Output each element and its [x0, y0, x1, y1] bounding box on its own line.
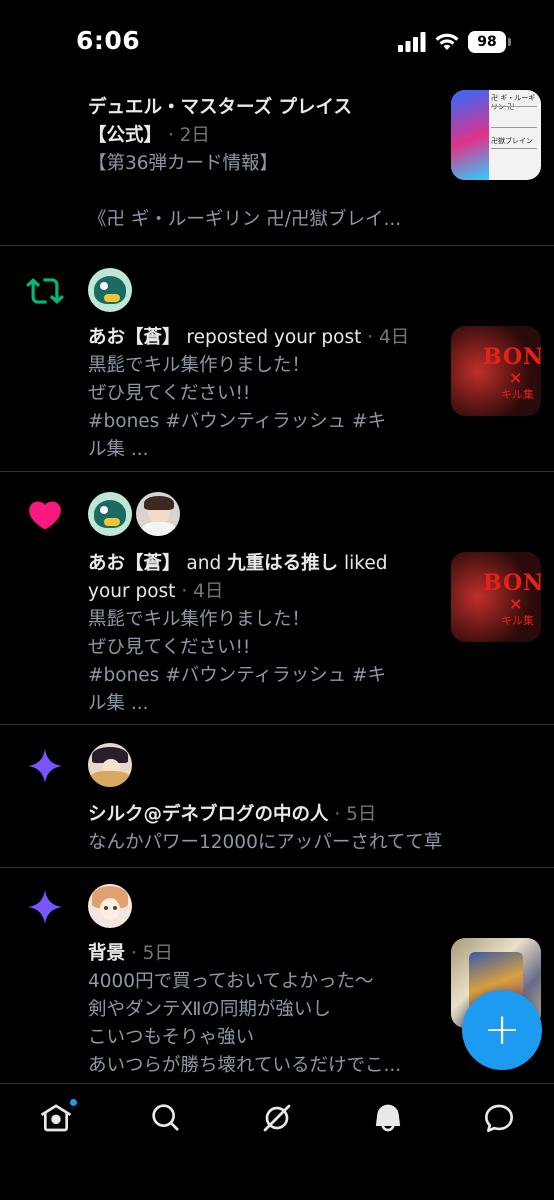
- signal-icon: [398, 32, 426, 52]
- card-sub-title: 卍獄ブレイン: [491, 137, 533, 145]
- action-text: liked: [338, 553, 388, 574]
- post-thumbnail[interactable]: BONES × キル集: [451, 326, 541, 416]
- battery-level: 98: [477, 34, 497, 50]
- avatar[interactable]: [88, 884, 132, 928]
- post-preview-line: #bones #バウンティラッシュ #キ: [88, 665, 386, 686]
- post-author-line2[interactable]: 【公式】: [88, 125, 162, 146]
- status-icons: 98: [398, 30, 511, 54]
- avatar[interactable]: [88, 743, 132, 787]
- thumb-x: ×: [509, 368, 523, 387]
- author-name[interactable]: シルク@デネブログの中の人: [88, 804, 329, 825]
- notification-time: · 4日: [361, 327, 410, 348]
- thumb-x: ×: [509, 594, 523, 613]
- notification-body: 背景 · 5日 4000円で買っておいてよかった〜 剣やダンテⅫの同期が強いし …: [88, 940, 428, 1080]
- post-preview-line: 剣やダンテⅫの同期が強いし: [88, 999, 331, 1020]
- notification-time: · 4日: [175, 581, 224, 602]
- post-preview-line: 《卍 ギ・ルーギリン 卍/卍獄ブレイ...: [88, 209, 402, 230]
- author-name[interactable]: 背景: [88, 943, 125, 964]
- notification-time: · 5日: [125, 943, 173, 964]
- card-text-block: [491, 148, 537, 168]
- post-preview-line: ぜひ見てください!!: [88, 383, 251, 404]
- compose-button[interactable]: +: [462, 990, 542, 1070]
- avatar[interactable]: [136, 492, 180, 536]
- grok-icon: [263, 1104, 291, 1132]
- card-art: [451, 90, 489, 180]
- tab-grok[interactable]: [257, 1098, 297, 1138]
- notification-item-like[interactable]: あお【蒼】 and 九重はる推し liked your post · 4日 黒髭…: [0, 472, 554, 725]
- notification-body: デュエル・マスターズ プレイス 【公式】 · 2日 【第36弾カード情報】 《卍…: [88, 94, 428, 234]
- notification-item-post[interactable]: デュエル・マスターズ プレイス 【公式】 · 2日 【第36弾カード情報】 《卍…: [0, 82, 554, 246]
- post-preview-line: #bones #バウンティラッシュ #キ: [88, 411, 386, 432]
- sparkle-icon: [27, 748, 63, 784]
- avatar[interactable]: [88, 492, 132, 536]
- card-text-block: [491, 106, 537, 128]
- post-preview-line: ル集 ...: [88, 693, 149, 714]
- notification-body: あお【蒼】 reposted your post · 4日 黒髭でキル集作りまし…: [88, 324, 428, 464]
- notification-body: あお【蒼】 and 九重はる推し liked your post · 4日 黒髭…: [88, 550, 428, 718]
- compose-plus-icon: +: [483, 1004, 521, 1055]
- heart-icon: [29, 501, 61, 530]
- action-text: reposted your post: [180, 327, 362, 348]
- tab-messages[interactable]: [479, 1098, 519, 1138]
- post-preview-line: 黒髭でキル集作りました！: [88, 609, 311, 630]
- tab-home[interactable]: [36, 1098, 78, 1138]
- thumb-sub: キル集: [501, 388, 534, 401]
- actor-avatars: [88, 268, 132, 312]
- post-preview-line: 黒髭でキル集作りました！: [88, 355, 311, 376]
- battery-icon: 98: [468, 31, 511, 53]
- status-time: 6:06: [76, 26, 141, 55]
- tab-search[interactable]: [146, 1098, 186, 1138]
- notification-body: シルク@デネブログの中の人 · 5日 なんかパワー12000にアッパーされてて草: [88, 801, 508, 857]
- messages-icon: [485, 1104, 513, 1132]
- avatar[interactable]: [88, 268, 132, 312]
- actor-avatars: [88, 743, 132, 787]
- notifications-feed[interactable]: デュエル・マスターズ プレイス 【公式】 · 2日 【第36弾カード情報】 《卍…: [0, 82, 554, 1082]
- post-thumbnail[interactable]: BONES × キル集: [451, 552, 541, 642]
- post-preview-line: なんかパワー12000にアッパーされてて草: [88, 832, 443, 853]
- actor-name[interactable]: あお【蒼】: [88, 553, 181, 574]
- actor-name[interactable]: あお【蒼】: [88, 327, 181, 348]
- sparkle-icon: [27, 889, 63, 925]
- notification-item-repost[interactable]: あお【蒼】 reposted your post · 4日 黒髭でキル集作りまし…: [0, 246, 554, 472]
- repost-icon: [26, 278, 64, 304]
- home-badge: [69, 1098, 78, 1107]
- post-preview-line: あいつらが勝ち壊れているだけでこ...: [88, 1055, 402, 1076]
- notifications-icon: [375, 1104, 401, 1132]
- thumb-title: BONES: [483, 344, 541, 370]
- post-preview-line: 4000円で買っておいてよかった〜: [88, 971, 374, 992]
- post-time: · 2日: [162, 125, 210, 146]
- thumb-title: BONES: [483, 570, 541, 596]
- status-bar: 6:06 98: [0, 0, 554, 82]
- post-preview-line: 【第36弾カード情報】: [88, 153, 279, 174]
- actor-avatars: [88, 884, 132, 928]
- post-preview-line: ル集 ...: [88, 439, 149, 460]
- joiner-text: and: [180, 553, 228, 574]
- bottom-tab-bar: [0, 1083, 554, 1200]
- notification-time: · 5日: [328, 804, 377, 825]
- tab-notifications[interactable]: [368, 1098, 408, 1138]
- actor-name[interactable]: 九重はる推し: [227, 553, 338, 574]
- post-preview-line: [88, 178, 428, 206]
- home-icon: [40, 1104, 72, 1132]
- wifi-icon: [435, 33, 459, 50]
- actor-avatars: [88, 492, 180, 536]
- post-thumbnail[interactable]: 卍 ギ・ルーギリン 卍 卍獄ブレイン: [451, 90, 541, 180]
- thumb-sub: キル集: [501, 614, 534, 627]
- post-preview-line: ぜひ見てください!!: [88, 637, 251, 658]
- search-icon: [152, 1104, 179, 1131]
- post-preview-line: こいつもそりゃ強い: [88, 1027, 255, 1048]
- action-text: your post: [88, 581, 176, 602]
- post-author-line1[interactable]: デュエル・マスターズ プレイス: [88, 94, 428, 122]
- notification-item-recommendation[interactable]: シルク@デネブログの中の人 · 5日 なんかパワー12000にアッパーされてて草: [0, 725, 554, 868]
